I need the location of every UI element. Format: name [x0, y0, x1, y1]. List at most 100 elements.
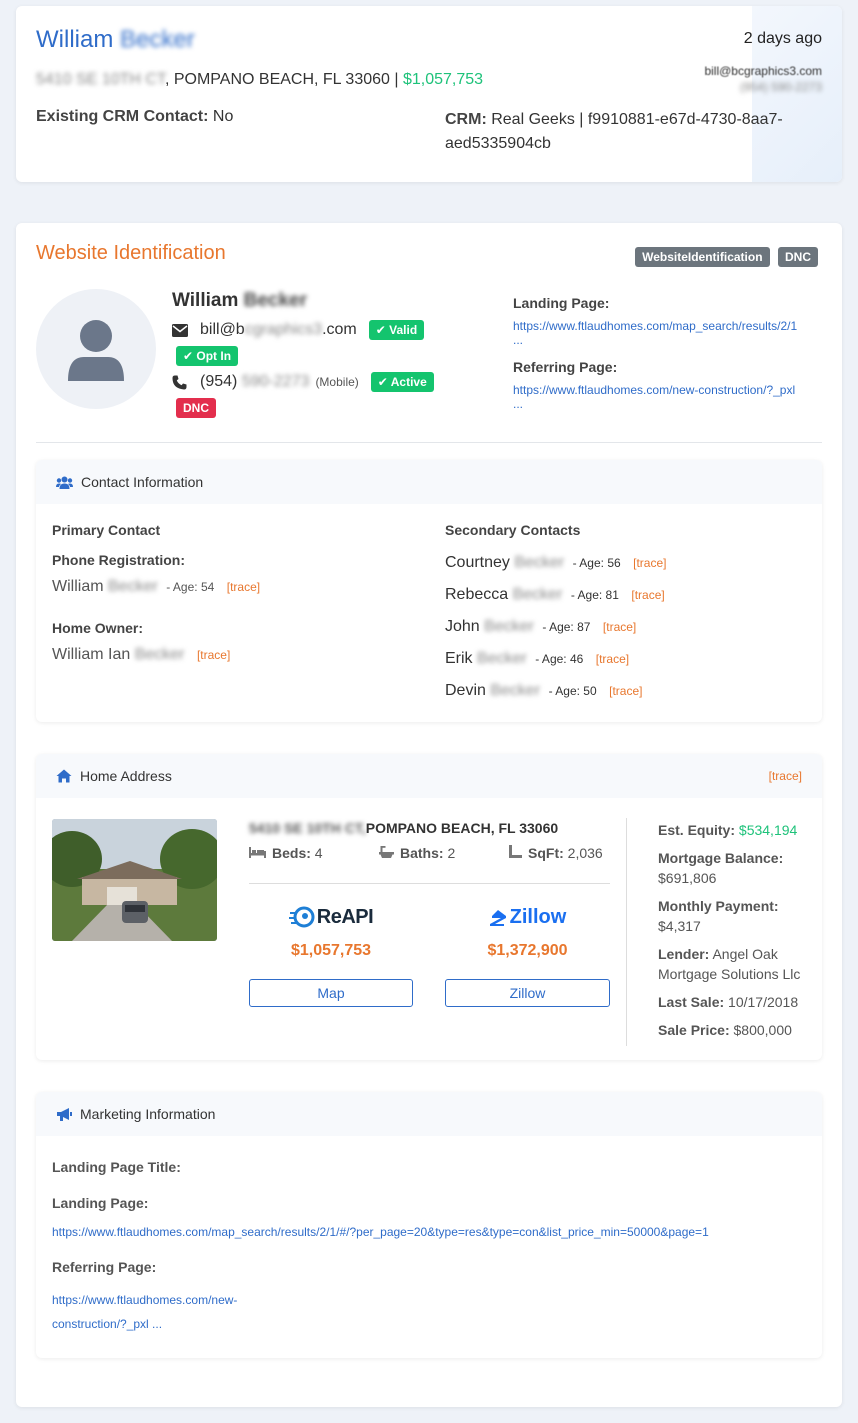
valid-badge: ✔ Valid [368, 320, 425, 340]
crm-value: Real Geeks | f9910881-e67d-4730-8aa7- [491, 111, 783, 128]
phone-registration-label: Phone Registration: [52, 552, 186, 568]
avatar [36, 289, 156, 409]
phone-type: (Mobile) [315, 375, 359, 389]
header-badges: WebsiteIdentification DNC [635, 247, 818, 267]
active-badge: ✔ Active [370, 372, 434, 392]
baths-stat: Baths: 2 [379, 845, 455, 861]
landing-more[interactable]: ... [513, 333, 825, 347]
crm-label: CRM: [445, 111, 487, 128]
zillow-value: $1,372,900 [487, 942, 568, 959]
optin-row: ✔ Opt In [176, 346, 239, 366]
map-button[interactable]: Map [249, 979, 413, 1007]
identity-email-row: bill@bcgraphics3.com ✔ Valid [172, 320, 425, 340]
trace-link[interactable]: [trace] [609, 684, 642, 698]
trace-link[interactable]: [trace] [197, 648, 230, 662]
users-icon [56, 476, 73, 489]
financials: Est. Equity: $534,194 Mortgage Balance: $… [658, 820, 818, 1040]
property-address: 5410 SE 10TH CT,POMPANO BEACH, FL 33060 [249, 820, 559, 836]
marketing-landing-link[interactable]: https://www.ftlaudhomes.com/map_search/r… [52, 1225, 709, 1239]
secondary-contact: John Becker - Age: 87 [trace] [445, 618, 637, 635]
primary-contact-title: Primary Contact [52, 522, 161, 538]
zillow-icon [489, 909, 506, 926]
identity-name: William Becker [172, 290, 307, 312]
lead-first-name: William [36, 26, 114, 53]
secondary-contact: Rebecca Becker - Age: 81 [trace] [445, 586, 665, 603]
last-sale-row: Last Sale: 10/17/2018 [658, 994, 799, 1010]
vertical-divider [626, 818, 627, 1046]
beds-stat: Beds: 4 [249, 845, 323, 861]
home-trace-link[interactable]: [trace] [769, 769, 802, 783]
house-photo [52, 819, 217, 941]
identity-first-name: William [172, 290, 239, 311]
zillow-logo: Zillow [445, 906, 610, 929]
crm-contact-value: No [212, 108, 234, 125]
divider [36, 442, 822, 443]
optin-badge: ✔ Opt In [176, 346, 239, 366]
home-owner-label: Home Owner: [52, 620, 144, 636]
phone-icon [172, 375, 187, 389]
contact-information-title: Contact Information [81, 474, 204, 490]
identity-phone[interactable]: (954) 590-2273 [200, 373, 309, 391]
trace-link[interactable]: [trace] [631, 588, 664, 602]
trace-link[interactable]: [trace] [596, 652, 629, 666]
secondary-contact: Courtney Becker - Age: 56 [trace] [445, 554, 667, 571]
sale-price-row: Sale Price: $800,000 [658, 1022, 792, 1038]
lead-price: $1,057,753 [402, 71, 484, 88]
bath-icon [379, 846, 394, 858]
equity-row: Est. Equity: $534,194 [658, 822, 798, 838]
payment-row: Monthly Payment: $4,317 [658, 898, 779, 934]
referring-more[interactable]: ... [513, 397, 825, 411]
contact-right: bill@bcgraphics3.com (954) 590-2273 [704, 63, 822, 95]
marketing-information-header: Marketing Information [36, 1092, 822, 1136]
trace-link[interactable]: [trace] [603, 620, 636, 634]
dnc-row: DNC [176, 398, 216, 418]
street-address: 5410 SE 10TH CT [36, 71, 165, 88]
lender-row: Lender: Angel Oak Mortgage Solutions Llc [658, 946, 801, 982]
trace-link[interactable]: [trace] [227, 580, 260, 594]
website-identification-card: Website Identification WebsiteIdentifica… [16, 223, 842, 1407]
ruler-icon [509, 845, 522, 858]
lead-header-card: William Becker 2 days ago 5410 SE 10TH C… [16, 6, 842, 182]
landing-page-title-label: Landing Page Title: [52, 1159, 181, 1175]
marketing-information-card: Marketing Information Landing Page Title… [36, 1092, 822, 1358]
home-address-title: Home Address [80, 768, 172, 784]
marketing-referring-link[interactable]: https://www.ftlaudhomes.com/new- constru… [52, 1288, 237, 1336]
megaphone-icon [57, 1108, 72, 1121]
referring-link[interactable]: https://www.ftlaudhomes.com/new-construc… [513, 383, 825, 397]
envelope-icon [172, 323, 188, 337]
phone-right: (954) 590-2273 [739, 80, 822, 94]
secondary-contacts-title: Secondary Contacts [445, 522, 581, 538]
zillow-button[interactable]: Zillow [445, 979, 610, 1007]
home-icon [56, 769, 72, 783]
crm-contact-label: Existing CRM Contact: [36, 108, 209, 125]
contact-information-card: Contact Information Primary Contact Phon… [36, 460, 822, 722]
identity-email[interactable]: bill@bcgraphics3.com [200, 321, 357, 339]
mortgage-row: Mortgage Balance: $691,806 [658, 850, 784, 886]
sqft-stat: SqFt: 2,036 [509, 845, 603, 861]
reapi-rocket-icon [288, 906, 315, 928]
home-address-header: Home Address [trace] [36, 754, 822, 798]
home-owner-contact: William Ian Becker [trace] [52, 646, 231, 663]
property-divider [249, 883, 610, 884]
marketing-information-title: Marketing Information [80, 1106, 216, 1122]
lead-name[interactable]: William Becker [36, 26, 195, 54]
identity-last-name: Becker [243, 290, 308, 311]
crm-value-cont: aed5335904cb [445, 135, 551, 152]
reapi-logo: ReAPI [249, 905, 413, 929]
landing-link[interactable]: https://www.ftlaudhomes.com/map_search/r… [513, 319, 825, 333]
dnc-badge: DNC [176, 398, 216, 418]
badge-website-identification: WebsiteIdentification [635, 247, 770, 267]
city-line: , POMPANO BEACH, FL 33060 | [164, 71, 399, 88]
trace-link[interactable]: [trace] [633, 556, 666, 570]
email-right[interactable]: bill@bcgraphics3.com [704, 63, 822, 79]
marketing-referring-label: Referring Page: [52, 1259, 157, 1275]
time-ago: 2 days ago [743, 30, 822, 47]
landing-label: Landing Page: [513, 295, 610, 311]
identity-phone-row: (954) 590-2273 (Mobile) ✔ Active [172, 372, 434, 392]
reapi-value: $1,057,753 [290, 942, 372, 959]
referring-label: Referring Page: [513, 359, 618, 375]
marketing-landing-label: Landing Page: [52, 1195, 149, 1211]
landing-block: Landing Page: https://www.ftlaudhomes.co… [513, 295, 825, 411]
bed-icon [249, 847, 266, 858]
lead-last-name: Becker [120, 26, 195, 53]
